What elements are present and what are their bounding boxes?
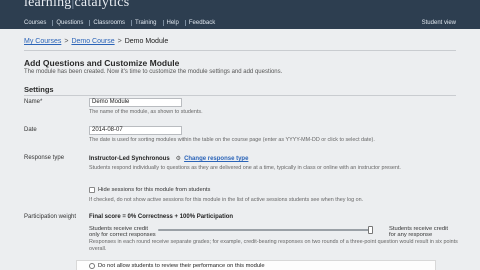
breadcrumb: My Courses > Demo Course > Demo Module (24, 38, 168, 45)
name-label: Name* (24, 99, 43, 105)
logo-sub: catalytics (74, 0, 130, 10)
page-title: Add Questions and Customize Module (24, 58, 180, 68)
divider (24, 50, 456, 51)
response-type-text: Instructor-Led Synchronous (89, 156, 170, 162)
hide-sessions-label: Hide sessions for this module from stude… (98, 187, 211, 193)
participation-slider[interactable] (158, 226, 373, 234)
main-nav: Courses Questions Classrooms Training He… (24, 17, 225, 29)
student-view-link[interactable]: Student view (422, 17, 456, 29)
section-title-settings: Settings (24, 85, 54, 94)
breadcrumb-separator: > (64, 38, 69, 45)
breadcrumb-current: Demo Module (124, 38, 169, 45)
slider-left-line-2: only for correct responses (89, 232, 156, 238)
gear-icon[interactable]: ⚙ (176, 155, 181, 162)
date-label: Date (24, 127, 37, 133)
nav-classrooms[interactable]: Classrooms (93, 17, 132, 29)
nav-courses[interactable]: Courses (24, 17, 54, 29)
slider-left-label: Students receive credit only for correct… (89, 226, 156, 238)
nav-questions[interactable]: Questions (56, 17, 91, 29)
review-radio[interactable] (89, 263, 95, 269)
date-help: The date is used for sorting modules wit… (89, 137, 375, 143)
hide-sessions-row[interactable]: Hide sessions for this module from stude… (89, 187, 210, 193)
final-score-formula: Final score = 0% Correctness + 100% Part… (89, 214, 234, 220)
breadcrumb-separator: > (117, 38, 122, 45)
slider-handle[interactable] (367, 226, 373, 234)
review-option-row[interactable]: Do not allow students to review their pe… (89, 263, 265, 269)
change-response-type-link[interactable]: Change response type (184, 156, 248, 162)
response-type-help: Students respond individually to questio… (89, 165, 401, 171)
name-help: The name of the module, as shown to stud… (89, 109, 203, 115)
slider-right-line-2: for any response (389, 232, 433, 238)
hide-sessions-help: If checked, do not show active sessions … (89, 197, 364, 203)
divider (24, 95, 456, 96)
nav-training[interactable]: Training (135, 17, 164, 29)
participation-help: Responses in each round receive separate… (89, 239, 458, 252)
top-header: learning|catalytics Courses Questions Cl… (0, 0, 480, 29)
page-subtitle: The module has been created. Now it's ti… (24, 69, 283, 75)
response-type-value: Instructor-Led Synchronous ⚙ Change respon… (89, 155, 248, 162)
participation-weight-label: Participation weight (24, 214, 77, 220)
breadcrumb-demo-course[interactable]: Demo Course (71, 38, 114, 45)
nav-help[interactable]: Help (167, 17, 187, 29)
name-field[interactable]: Demo Module (89, 98, 182, 107)
logo[interactable]: learning|catalytics (24, 0, 129, 11)
slider-right-label: Students receive credit for any response (389, 226, 448, 238)
nav-feedback[interactable]: Feedback (189, 17, 222, 29)
date-field[interactable]: 2014-08-07 (89, 126, 182, 135)
review-label: Do not allow students to review their pe… (98, 263, 265, 269)
response-type-label: Response type (24, 155, 65, 161)
logo-main: learning (24, 0, 72, 10)
breadcrumb-my-courses[interactable]: My Courses (24, 38, 61, 45)
hide-sessions-checkbox[interactable] (89, 187, 95, 193)
